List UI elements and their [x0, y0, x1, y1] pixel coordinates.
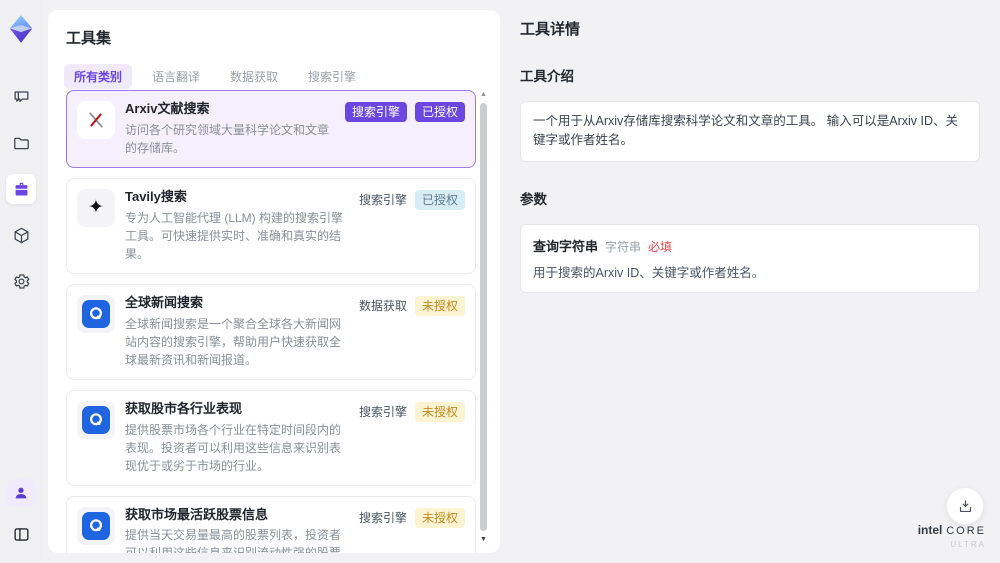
category-badge: 搜索引擎 [358, 192, 407, 207]
tool-list-scrollbar: ▲ ▼ [478, 90, 489, 545]
parameter-card: 查询字符串 字符串 必填 用于搜索的Arxiv ID、关键字或作者姓名。 [520, 223, 980, 293]
intro-heading: 工具介绍 [520, 69, 574, 84]
quark-logo-icon [77, 400, 115, 439]
tool-card-sector-performance[interactable]: 获取股市各行业表现 提供股票市场各个行业在特定时间段内的表现。投资者可以利用这些… [66, 389, 476, 486]
auth-status-badge: 未授权 [414, 507, 465, 528]
tool-name: 全球新闻搜索 [125, 294, 204, 310]
briefcase-icon [15, 182, 27, 195]
tool-desc: 全球新闻搜索是一个聚合全球各大新闻网站内容的搜索引擎，帮助用户快速获取全球最新资… [125, 316, 342, 367]
panel-toggle-icon [13, 527, 29, 541]
sidebar-rail [0, 0, 42, 563]
param-name: 查询字符串 [533, 238, 599, 254]
sidebar-item-settings[interactable] [6, 266, 36, 296]
gear-icon [13, 273, 29, 289]
param-desc: 用于搜索的Arxiv ID、关键字或作者姓名。 [533, 265, 765, 280]
tool-desc: 访问各个研究领域大量科学论文和文章的存储库。 [125, 122, 330, 155]
tavily-logo-icon: ✦ [77, 188, 115, 227]
tab-all-categories[interactable]: 所有类别 [64, 64, 133, 89]
arxiv-logo-icon [77, 101, 115, 139]
tool-name: Arxiv文献搜索 [125, 101, 210, 116]
cube-icon [14, 227, 28, 243]
auth-status-badge: 未授权 [414, 295, 465, 316]
scrollbar-up-arrow[interactable]: ▲ [478, 90, 489, 100]
scrollbar-thumb[interactable] [480, 103, 487, 531]
tool-detail-panel: 工具详情 工具介绍 一个用于从Arxiv存储库搜索科学论文和文章的工具。 输入可… [508, 0, 1000, 563]
tool-name: Tavily搜索 [125, 188, 187, 204]
tool-name: 获取市场最活跃股票信息 [125, 506, 269, 522]
tool-card-tavily[interactable]: ✦ Tavily搜索 专为人工智能代理 (LLM) 构建的搜索引擎工具。可快速提… [66, 177, 476, 274]
category-badge: 搜索引擎 [358, 404, 407, 419]
quark-logo-icon [77, 294, 115, 333]
collapse-sidebar-button[interactable] [6, 519, 36, 549]
param-required-flag: 必填 [648, 239, 673, 254]
tab-translation[interactable]: 语言翻译 [142, 64, 210, 89]
tool-desc: 提供股票市场各个行业在特定时间段内的表现。投资者可以利用这些信息来识别表现优于或… [125, 422, 342, 473]
param-type: 字符串 [605, 239, 642, 254]
app-logo-icon [9, 15, 33, 43]
user-avatar-button[interactable] [7, 479, 35, 507]
chat-icon [14, 90, 28, 102]
category-badge: 数据获取 [358, 298, 407, 313]
intel-core-logo: intel CORE ULTRA [918, 522, 986, 549]
detail-title: 工具详情 [520, 21, 581, 38]
intel-wordmark: intel [917, 523, 943, 537]
auth-status-badge: 已授权 [414, 102, 465, 122]
sidebar-item-files[interactable] [6, 128, 36, 158]
tool-card-global-news[interactable]: 全球新闻搜索 全球新闻搜索是一个聚合全球各大新闻网站内容的搜索引擎，帮助用户快速… [66, 283, 476, 380]
core-wordmark: CORE [946, 525, 986, 537]
ultra-wordmark: ULTRA [950, 540, 986, 549]
tool-list-panel: 工具集 所有类别 语言翻译 数据获取 搜索引擎 Arxiv文献搜索 访问各个研究… [48, 10, 500, 553]
folder-icon [13, 137, 29, 149]
tool-card-arxiv[interactable]: Arxiv文献搜索 访问各个研究领域大量科学论文和文章的存储库。 搜索引擎 已授… [66, 90, 476, 168]
sidebar-item-tools[interactable] [6, 174, 36, 204]
tab-search-engine[interactable]: 搜索引擎 [298, 64, 366, 89]
sidebar-item-chat[interactable] [6, 82, 36, 112]
tool-intro-box: 一个用于从Arxiv存储库搜索科学论文和文章的工具。 输入可以是Arxiv ID… [520, 101, 980, 162]
tool-list: Arxiv文献搜索 访问各个研究领域大量科学论文和文章的存储库。 搜索引擎 已授… [48, 88, 500, 553]
page-title: 工具集 [66, 30, 112, 47]
tool-name: 获取股市各行业表现 [125, 400, 243, 416]
scrollbar-down-arrow[interactable]: ▼ [478, 535, 489, 545]
category-badge: 搜索引擎 [358, 510, 407, 525]
category-badge: 搜索引擎 [344, 102, 407, 122]
quark-logo-icon [77, 506, 115, 545]
user-icon [15, 487, 27, 499]
params-heading: 参数 [520, 191, 547, 207]
tool-desc: 专为人工智能代理 (LLM) 构建的搜索引擎工具。可快速提供实时、准确和真实的结… [125, 210, 344, 261]
tool-card-most-active-stocks[interactable]: 获取市场最活跃股票信息 提供当天交易量最高的股票列表，投资者可以利用这些信息来识… [66, 495, 476, 553]
auth-status-badge: 未授权 [414, 401, 465, 422]
download-icon [959, 499, 971, 512]
tab-data-fetch[interactable]: 数据获取 [220, 64, 288, 89]
auth-status-badge: 已授权 [414, 189, 465, 210]
tool-desc: 提供当天交易量最高的股票列表，投资者可以利用这些信息来识别流动性强的股票和潜在的… [125, 528, 342, 553]
download-button[interactable] [946, 487, 984, 525]
sidebar-item-models[interactable] [6, 220, 36, 250]
